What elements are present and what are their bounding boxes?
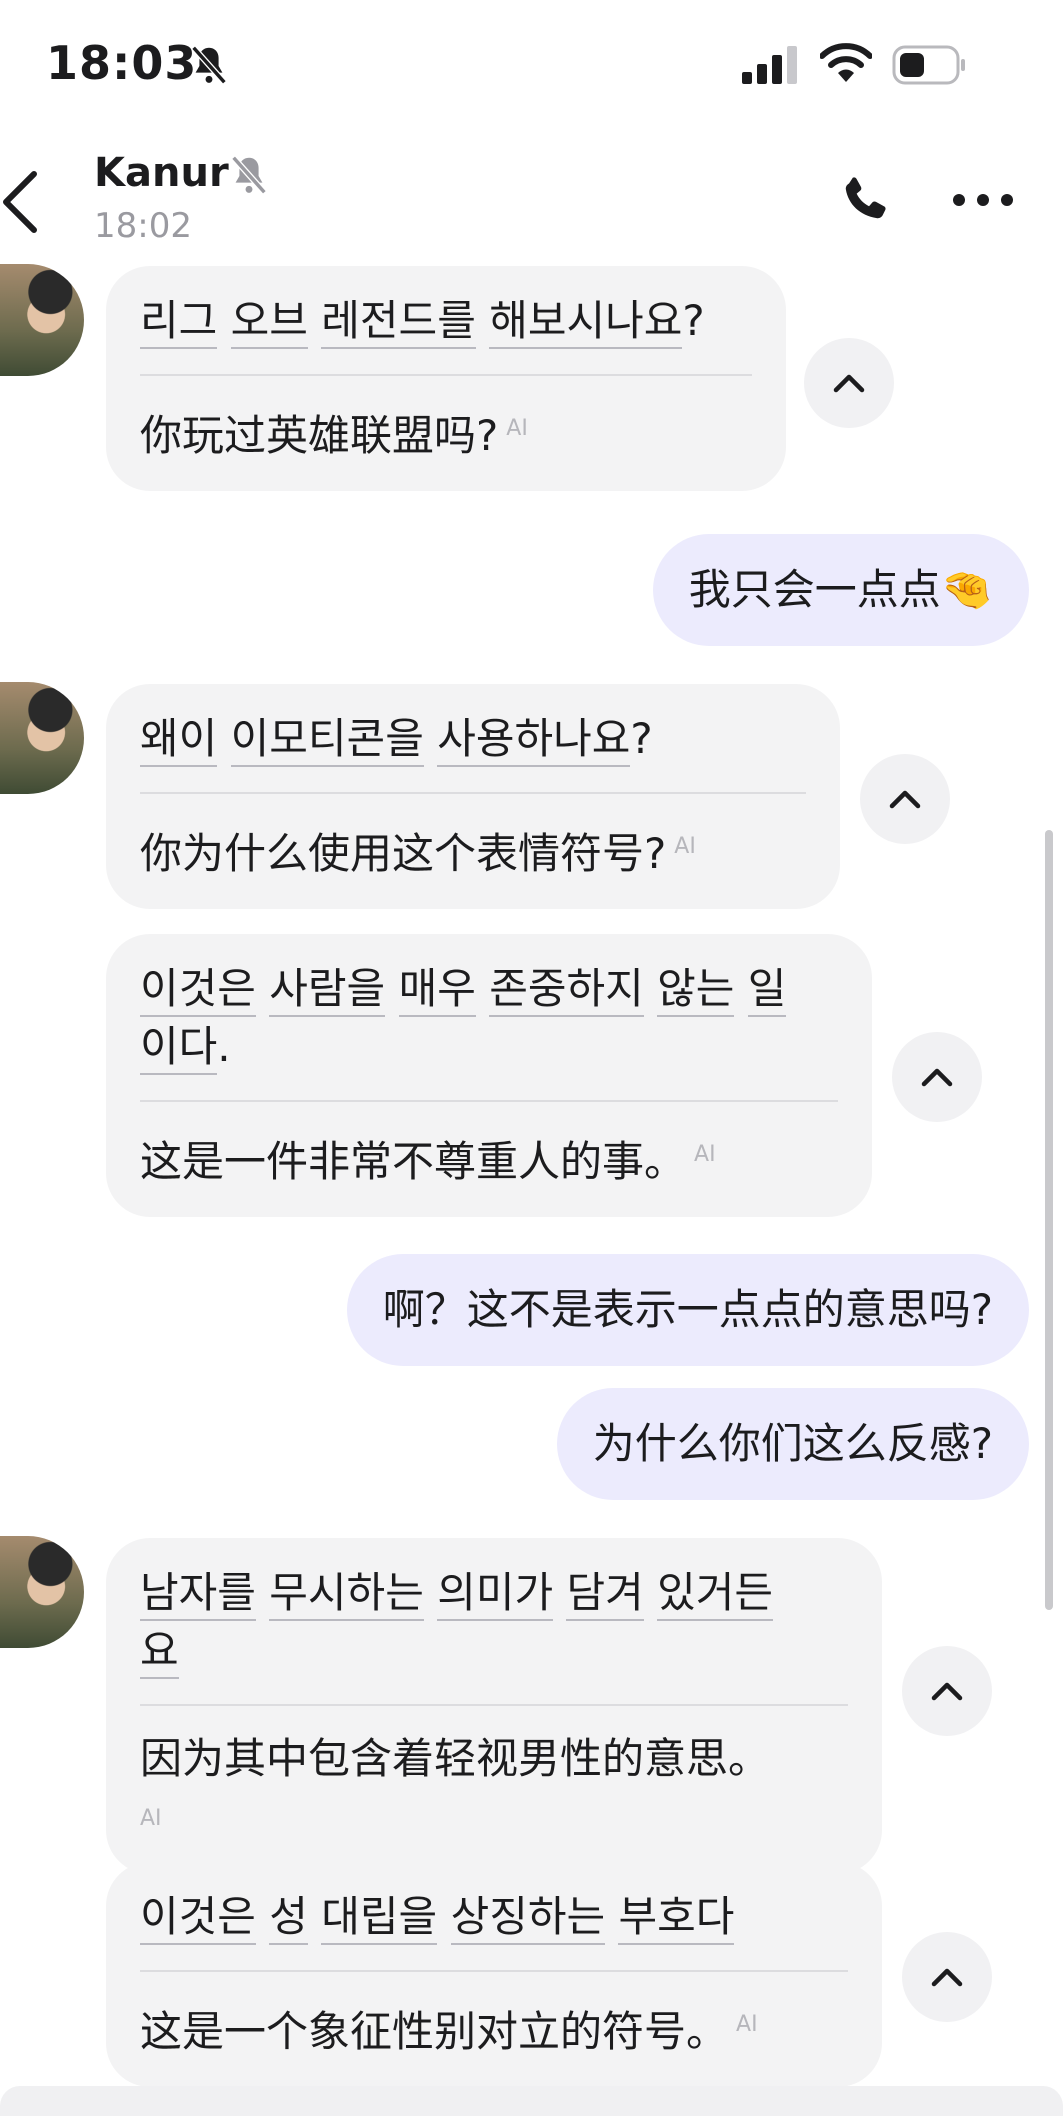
word[interactable]: 대립을 <box>321 1892 438 1945</box>
original-text: 남자를 무시하는 의미가 담겨 있거든요 <box>140 1564 848 1680</box>
phone-call-icon[interactable] <box>838 170 892 228</box>
message-bubble-outgoing[interactable]: 为什么你们这么反感? <box>556 1388 1029 1500</box>
word[interactable]: 요 <box>140 1626 179 1679</box>
translation-text: 你为什么使用这个表情符号? AI <box>140 818 806 883</box>
contact-name[interactable]: Kanur <box>94 150 229 196</box>
message-bubble-incoming[interactable]: 남자를 무시하는 의미가 담겨 있거든요 因为其中包含着轻视男性的意思。 AI <box>106 1538 882 1874</box>
translation-text: 这是一个象征性别对立的符号。 AI <box>140 1996 848 2061</box>
collapse-translation-button[interactable] <box>902 1646 992 1736</box>
divider <box>140 1704 848 1706</box>
avatar[interactable] <box>0 1536 84 1648</box>
ai-tag: AI <box>506 416 528 441</box>
punctuation: ? <box>630 714 653 763</box>
mute-bell-icon <box>231 155 267 195</box>
word[interactable]: 부호다 <box>618 1892 735 1945</box>
punctuation: ? <box>682 296 705 345</box>
word[interactable]: 사람을 <box>269 964 386 1017</box>
word[interactable]: 일 <box>747 964 787 1017</box>
ai-tag: AI <box>674 834 696 859</box>
collapse-translation-button[interactable] <box>860 754 950 844</box>
chevron-up-icon <box>931 1968 963 1987</box>
original-text: 이것은 사람을 매우 존중하지 않는 일이다. <box>140 960 838 1076</box>
message-bubble-incoming[interactable]: 왜이 이모티콘을 사용하나요? 你为什么使用这个表情符号? AI <box>106 684 840 909</box>
word[interactable]: 성 <box>269 1892 308 1945</box>
word[interactable]: 이모티콘을 <box>230 714 424 767</box>
chevron-up-icon <box>931 1682 963 1701</box>
signal-icon <box>742 46 797 84</box>
original-text: 왜이 이모티콘을 사용하나요? <box>140 710 806 768</box>
word[interactable]: 이다 <box>140 1022 218 1075</box>
translation-text: 这是一件非常不尊重人的事。 AI <box>140 1126 838 1191</box>
word[interactable]: 담겨 <box>566 1568 644 1621</box>
chevron-up-icon <box>833 374 865 393</box>
word[interactable]: 매우 <box>398 964 476 1017</box>
ai-tag: AI <box>140 1806 162 1831</box>
word[interactable]: 왜이 <box>140 714 218 767</box>
translation: 这是一个象征性别对立的符号。 <box>140 2007 729 2056</box>
word[interactable]: 상징하는 <box>450 1892 606 1945</box>
ai-tag: AI <box>694 1142 716 1167</box>
avatar[interactable] <box>0 264 84 376</box>
status-time: 18:03 <box>46 36 198 90</box>
word[interactable]: 않는 <box>657 964 735 1017</box>
translation: 因为其中包含着轻视男性的意思。 <box>140 1734 771 1783</box>
input-bar-edge <box>0 2086 1063 2116</box>
translation-text: 你玩过英雄联盟吗? AI <box>140 400 752 465</box>
original-text: 이것은 성 대립을 상징하는 부호다 <box>140 1888 848 1946</box>
collapse-translation-button[interactable] <box>892 1032 982 1122</box>
chevron-up-icon <box>889 790 921 809</box>
divider <box>140 374 752 376</box>
word[interactable]: 이것은 <box>140 1892 256 1945</box>
word[interactable]: 이것은 <box>140 964 256 1017</box>
translation: 你为什么使用这个表情符号? <box>140 829 667 878</box>
translation-text: 因为其中包含着轻视男性的意思。 AI <box>140 1730 848 1848</box>
chevron-up-icon <box>921 1068 953 1087</box>
collapse-translation-button[interactable] <box>902 1932 992 2022</box>
message-bubble-outgoing[interactable]: 我只会一点点🤏 <box>652 534 1029 646</box>
message-bubble-incoming[interactable]: 이것은 성 대립을 상징하는 부호다 这是一个象征性别对立的符号。 AI <box>106 1862 882 2087</box>
word[interactable]: 존중하지 <box>489 964 644 1017</box>
divider <box>140 1970 848 1972</box>
word[interactable]: 있거든 <box>657 1568 774 1621</box>
last-seen-time: 18:02 <box>94 206 192 246</box>
more-options-icon[interactable] <box>952 192 1014 208</box>
word[interactable]: 의미가 <box>437 1568 554 1621</box>
word[interactable]: 오브 <box>230 296 308 349</box>
message-bubble-incoming[interactable]: 이것은 사람을 매우 존중하지 않는 일이다. 这是一件非常不尊重人的事。 AI <box>106 934 872 1217</box>
divider <box>140 792 806 794</box>
bell-off-icon <box>191 45 227 85</box>
word[interactable]: 해보시나요 <box>489 296 683 349</box>
translation: 这是一件非常不尊重人的事。 <box>140 1137 687 1186</box>
word[interactable]: 무시하는 <box>269 1568 424 1621</box>
message-bubble-incoming[interactable]: 리그 오브 레전드를 해보시나요? 你玩过英雄联盟吗? AI <box>106 266 786 491</box>
word[interactable]: 남자를 <box>140 1568 256 1621</box>
wifi-icon <box>820 43 872 82</box>
collapse-translation-button[interactable] <box>804 338 894 428</box>
scrollbar[interactable] <box>1045 830 1053 1610</box>
word[interactable]: 리그 <box>140 296 218 349</box>
back-arrow-icon[interactable] <box>0 170 42 234</box>
word[interactable]: 레전드를 <box>321 296 476 349</box>
original-text: 리그 오브 레전드를 해보시나요? <box>140 292 752 350</box>
divider <box>140 1100 838 1102</box>
avatar[interactable] <box>0 682 84 794</box>
ai-tag: AI <box>736 2012 758 2037</box>
word[interactable]: 사용하나요 <box>437 714 631 767</box>
battery-icon <box>892 45 965 85</box>
message-bubble-outgoing[interactable]: 啊？这不是表示一点点的意思吗? <box>346 1254 1029 1366</box>
translation: 你玩过英雄联盟吗? <box>140 411 499 460</box>
punctuation: . <box>217 1022 231 1071</box>
